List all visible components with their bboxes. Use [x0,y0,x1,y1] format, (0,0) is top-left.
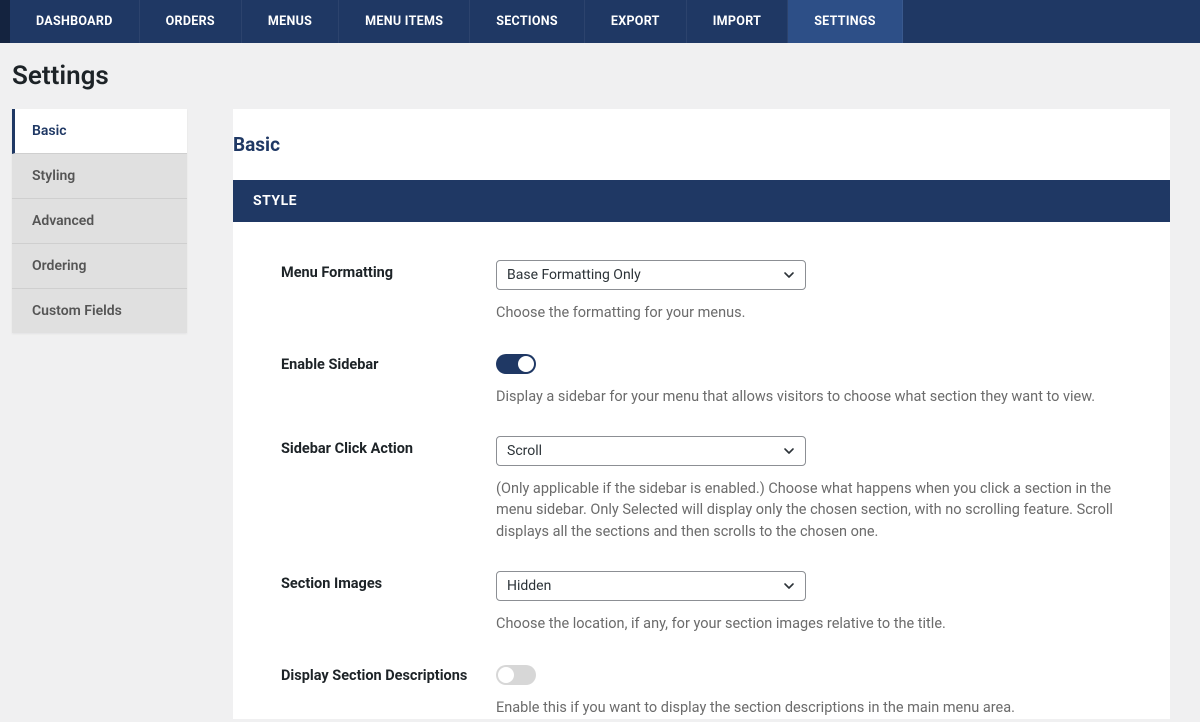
nav-label: DASHBOARD [36,14,113,29]
sidebar-item-custom-fields[interactable]: Custom Fields [12,289,187,333]
sidebar-click-action-select[interactable]: Scroll [496,436,806,466]
nav-label: IMPORT [713,14,761,29]
field-help: Choose the location, if any, for your se… [496,613,1136,635]
settings-sidebar: Basic Styling Advanced Ordering Custom F… [12,109,187,333]
field-label: Enable Sidebar [281,352,476,408]
field-label: Section Images [281,571,476,635]
chevron-down-icon [783,445,795,457]
select-value: Base Formatting Only [507,267,641,283]
settings-main: Basic STYLE Menu Formatting Base Formatt… [233,109,1170,719]
field-help: Enable this if you want to display the s… [496,697,1136,719]
field-sidebar-click-action: Sidebar Click Action Scroll (Only applic… [233,408,1170,543]
sidebar-item-label: Styling [32,168,75,184]
field-label: Sidebar Click Action [281,436,476,543]
sidebar-item-basic[interactable]: Basic [12,109,187,154]
sidebar-item-label: Custom Fields [32,303,122,319]
toggle-knob [518,356,534,372]
nav-sections[interactable]: SECTIONS [470,0,585,43]
field-enable-sidebar: Enable Sidebar Display a sidebar for you… [233,324,1170,408]
section-images-select[interactable]: Hidden [496,571,806,601]
section-body: Menu Formatting Base Formatting Only Cho… [233,222,1170,718]
sidebar-item-ordering[interactable]: Ordering [12,244,187,289]
nav-orders[interactable]: ORDERS [140,0,242,43]
display-section-descriptions-toggle[interactable] [496,665,536,685]
section-header-style: STYLE [233,180,1170,222]
nav-label: SETTINGS [814,14,876,29]
sidebar-item-label: Ordering [32,258,86,274]
enable-sidebar-toggle[interactable] [496,354,536,374]
nav-export[interactable]: EXPORT [585,0,687,43]
nav-label: SECTIONS [496,14,558,29]
sidebar-item-styling[interactable]: Styling [12,154,187,199]
nav-label: MENUS [268,14,312,29]
field-control: Display a sidebar for your menu that all… [496,352,1140,408]
nav-dashboard[interactable]: DASHBOARD [10,0,140,43]
top-nav: DASHBOARD ORDERS MENUS MENU ITEMS SECTIO… [0,0,1200,43]
field-display-section-descriptions: Display Section Descriptions Enable this… [233,635,1170,719]
nav-label: ORDERS [166,14,215,29]
select-value: Hidden [507,578,551,594]
page-title: Settings [12,61,1200,91]
page-header: Settings [0,43,1200,109]
field-control: Base Formatting Only Choose the formatti… [496,260,1140,324]
nav-import[interactable]: IMPORT [687,0,788,43]
field-control: Enable this if you want to display the s… [496,663,1140,719]
field-help: Choose the formatting for your menus. [496,302,1136,324]
chevron-down-icon [783,269,795,281]
field-section-images: Section Images Hidden Choose the locatio… [233,543,1170,635]
nav-label: MENU ITEMS [365,14,443,29]
sidebar-item-label: Advanced [32,213,94,229]
field-help: (Only applicable if the sidebar is enabl… [496,478,1136,543]
main-title: Basic [233,109,1170,180]
sidebar-item-label: Basic [32,123,67,139]
field-help: Display a sidebar for your menu that all… [496,386,1136,408]
field-label: Menu Formatting [281,260,476,324]
top-nav-prefix [0,0,10,43]
field-menu-formatting: Menu Formatting Base Formatting Only Cho… [233,232,1170,324]
toggle-knob [498,667,514,683]
chevron-down-icon [783,580,795,592]
field-label: Display Section Descriptions [281,663,476,719]
nav-menu-items[interactable]: MENU ITEMS [339,0,470,43]
field-control: Hidden Choose the location, if any, for … [496,571,1140,635]
nav-menus[interactable]: MENUS [242,0,339,43]
select-value: Scroll [507,443,542,459]
nav-settings[interactable]: SETTINGS [788,0,903,43]
sidebar-item-advanced[interactable]: Advanced [12,199,187,244]
field-control: Scroll (Only applicable if the sidebar i… [496,436,1140,543]
nav-label: EXPORT [611,14,660,29]
menu-formatting-select[interactable]: Base Formatting Only [496,260,806,290]
